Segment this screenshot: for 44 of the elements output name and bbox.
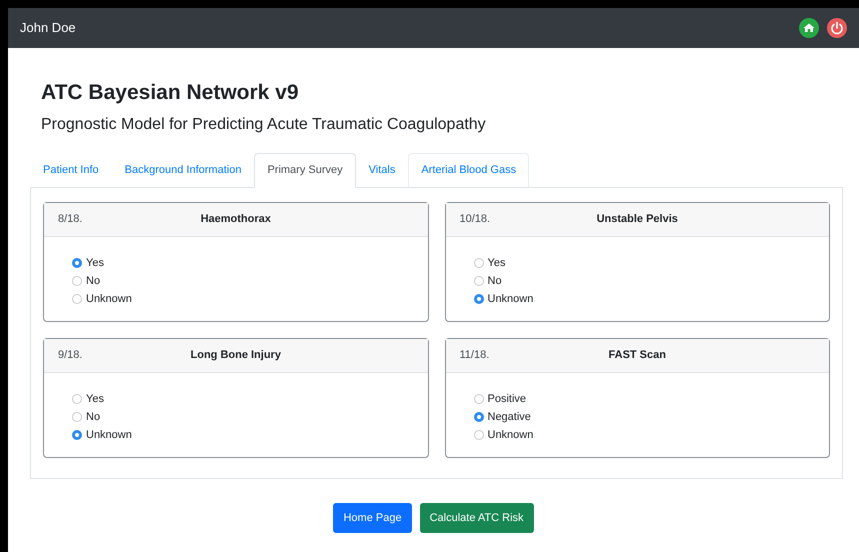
- question-number: 11/18.: [460, 348, 490, 363]
- question-title: Haemothorax: [200, 212, 271, 225]
- tab[interactable]: Arterial Blood Gass: [408, 153, 530, 188]
- home-icon[interactable]: [799, 18, 819, 38]
- option-label[interactable]: Unknown: [488, 426, 534, 444]
- radio-button[interactable]: [72, 394, 82, 404]
- radio-button[interactable]: [474, 258, 484, 268]
- page-title: ATC Bayesian Network v9: [41, 80, 300, 106]
- option-label[interactable]: Yes: [86, 390, 104, 408]
- radio-button[interactable]: [474, 394, 484, 404]
- question-number: 8/18.: [58, 212, 84, 227]
- tab[interactable]: Primary Survey: [254, 153, 356, 188]
- question-number: 10/18.: [460, 212, 492, 227]
- option-label[interactable]: Unknown: [86, 426, 132, 444]
- radio-button[interactable]: [72, 294, 82, 304]
- option-label[interactable]: No: [86, 272, 100, 290]
- tab[interactable]: Background Information: [112, 153, 254, 188]
- radio-button[interactable]: [72, 412, 82, 422]
- tab[interactable]: Vitals: [356, 153, 408, 188]
- radio-button[interactable]: [474, 430, 484, 440]
- question-title: Unstable Pelvis: [596, 212, 678, 225]
- option-label[interactable]: Negative: [488, 408, 531, 426]
- question-number: 9/18.: [58, 348, 84, 363]
- tab[interactable]: Patient Info: [30, 153, 112, 188]
- option-label[interactable]: No: [488, 272, 502, 290]
- user-name: John Doe: [20, 19, 76, 38]
- radio-button[interactable]: [474, 276, 484, 286]
- radio-button[interactable]: [474, 412, 484, 422]
- calculate-button[interactable]: Calculate ATC Risk: [420, 502, 534, 534]
- radio-button[interactable]: [72, 276, 82, 286]
- option-label[interactable]: Positive: [488, 390, 526, 408]
- power-icon[interactable]: [827, 18, 847, 38]
- question-title: Long Bone Injury: [190, 348, 281, 361]
- option-label[interactable]: Unknown: [488, 290, 534, 308]
- option-label[interactable]: Unknown: [86, 290, 132, 308]
- option-label[interactable]: No: [86, 408, 100, 426]
- radio-button[interactable]: [474, 294, 484, 304]
- option-label[interactable]: Yes: [86, 254, 104, 272]
- home-button[interactable]: Home Page: [333, 502, 412, 534]
- question-title: FAST Scan: [608, 348, 666, 361]
- page-subtitle: Prognostic Model for Predicting Acute Traumatic Coagulopathy: [41, 115, 487, 136]
- option-label[interactable]: Yes: [488, 254, 506, 272]
- radio-button[interactable]: [72, 430, 82, 440]
- radio-button[interactable]: [72, 258, 82, 268]
